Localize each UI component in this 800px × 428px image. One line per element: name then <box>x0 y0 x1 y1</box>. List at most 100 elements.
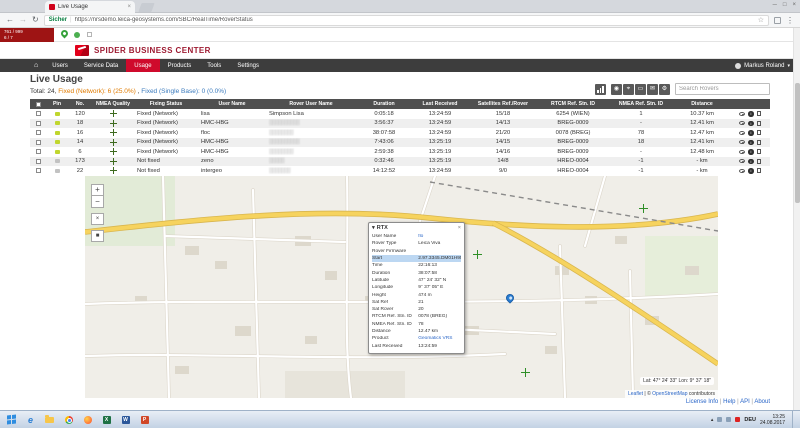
header-last-received[interactable]: Last Received <box>412 99 468 109</box>
window-controls[interactable]: ─ □ × <box>773 2 796 8</box>
rover-marker-fixed-1[interactable] <box>473 250 482 259</box>
chart-columns-icon[interactable] <box>595 84 606 95</box>
browser-tab[interactable]: Live Usage × <box>45 1 135 13</box>
info-icon[interactable]: i <box>748 140 754 146</box>
info-icon[interactable]: i <box>748 111 754 117</box>
info-icon[interactable]: i <box>748 149 754 155</box>
map-canvas[interactable]: + − × ■ ▾ RTX × User Name flo <box>85 176 718 398</box>
table-row[interactable]: 120 Fixed (Network) lisa Simpson Lisa 0:… <box>30 109 770 119</box>
delete-icon[interactable] <box>757 168 761 173</box>
view-icon[interactable] <box>739 140 745 144</box>
delete-icon[interactable] <box>757 149 761 154</box>
header-duration[interactable]: Duration <box>356 99 412 109</box>
delete-icon[interactable] <box>757 159 761 164</box>
nav-item[interactable]: Settings <box>229 59 267 72</box>
language-indicator[interactable]: DEU <box>744 417 756 423</box>
start-button[interactable] <box>2 412 20 427</box>
forward-icon[interactable]: → <box>19 16 27 24</box>
delete-icon[interactable] <box>757 121 761 126</box>
target-view-icon[interactable]: ⌖ <box>623 84 634 95</box>
header-fixing-status[interactable]: Fixing Status <box>134 99 198 109</box>
window-close-icon[interactable]: × <box>792 2 796 8</box>
taskbar-clock[interactable]: 13:25 24.08.2017 <box>760 414 788 426</box>
rover-marker-fixed-3[interactable] <box>521 368 530 377</box>
delete-icon[interactable] <box>757 111 761 116</box>
table-row[interactable]: 18 Fixed (Network) HMC-HBG ▒▒▒▒▒▒▒▒▒▒ 3:… <box>30 119 770 129</box>
screen-view-icon[interactable]: ▭ <box>635 84 646 95</box>
tray-network-icon[interactable] <box>717 417 722 422</box>
taskbar-powerpoint-icon[interactable]: P <box>136 412 153 427</box>
footer-link[interactable]: API <box>736 399 750 405</box>
page-scrollbar[interactable] <box>793 28 800 410</box>
osm-link[interactable]: OpenStreetMap <box>652 391 687 397</box>
info-icon[interactable]: i <box>748 168 754 174</box>
popup-close-icon[interactable]: × <box>458 225 461 231</box>
info-icon[interactable]: i <box>748 121 754 127</box>
settings-gear-icon[interactable]: ⚙ <box>659 84 670 95</box>
view-icon[interactable] <box>739 112 745 116</box>
table-row[interactable]: 173 Not fixed zeno ▒▒▒▒▒ 0:32:46 13:25:1… <box>30 157 770 167</box>
taskbar-excel-icon[interactable]: X <box>98 412 115 427</box>
row-checkbox[interactable] <box>36 121 41 126</box>
delete-icon[interactable] <box>757 140 761 145</box>
tab-close-icon[interactable]: × <box>127 4 131 10</box>
zoom-in-button[interactable]: + <box>91 184 104 196</box>
header-rtcm-ref[interactable]: RTCM Ref. Stn. ID <box>538 99 608 109</box>
taskbar-explorer-icon[interactable] <box>41 412 58 427</box>
row-checkbox[interactable] <box>36 130 41 135</box>
clear-selection-button[interactable]: × <box>91 213 104 225</box>
popup-caret-icon[interactable]: ▾ <box>372 225 375 231</box>
info-icon[interactable]: i <box>748 159 754 165</box>
nav-item[interactable]: Products <box>160 59 200 72</box>
new-tab-button[interactable] <box>138 3 154 12</box>
zoom-out-button[interactable]: − <box>91 196 104 208</box>
view-icon[interactable] <box>739 150 745 154</box>
table-row[interactable]: 22 Not fixed intergeo ▒▒▒▒▒▒▒ 14:12:52 1… <box>30 166 770 176</box>
view-icon[interactable] <box>739 159 745 163</box>
taskbar-word-icon[interactable]: W <box>117 412 134 427</box>
secure-label[interactable]: Sicher <box>49 17 67 23</box>
header-pin[interactable]: Pin <box>46 99 68 109</box>
table-row[interactable]: 6 Fixed (Network) HMC-HBG ▒▒▒▒▒▒▒▒ 2:59:… <box>30 147 770 157</box>
extent-button[interactable]: ■ <box>91 230 104 242</box>
row-checkbox[interactable] <box>36 149 41 154</box>
view-icon[interactable] <box>739 131 745 135</box>
header-user-name[interactable]: User Name <box>198 99 266 109</box>
footer-link[interactable]: About <box>750 399 770 405</box>
marker-view-icon[interactable]: ◉ <box>611 84 622 95</box>
header-nmea-quality[interactable]: NMEA Quality <box>92 99 134 109</box>
view-icon[interactable] <box>739 169 745 173</box>
tray-app-icon[interactable] <box>735 417 740 422</box>
maximize-icon[interactable]: □ <box>783 2 787 8</box>
popup-row-value[interactable]: flo <box>418 234 461 239</box>
search-rovers-input[interactable] <box>675 83 770 95</box>
taskbar-ie-icon[interactable]: e <box>22 412 39 427</box>
leaflet-link[interactable]: Leaflet <box>628 391 643 397</box>
row-checkbox[interactable] <box>36 140 41 145</box>
show-desktop-button[interactable] <box>792 411 796 428</box>
bookmark-star-icon[interactable]: ☆ <box>758 16 764 24</box>
taskbar-chrome-icon[interactable] <box>60 412 77 427</box>
delete-icon[interactable] <box>757 130 761 135</box>
url-text[interactable]: https://nrsdemo.leica-geosystems.com/SBC… <box>75 17 755 23</box>
info-icon[interactable]: i <box>748 130 754 136</box>
table-row[interactable]: 16 Fixed (Network) floc ▒▒▒▒▒▒▒▒ 38:07:5… <box>30 128 770 138</box>
row-checkbox[interactable] <box>36 111 41 116</box>
view-icon[interactable] <box>739 121 745 125</box>
url-field[interactable]: Sicher | https://nrsdemo.leica-geosystem… <box>44 15 769 26</box>
row-checkbox[interactable] <box>36 168 41 173</box>
minimize-icon[interactable]: ─ <box>773 2 777 8</box>
header-rover-user-name[interactable]: Rover User Name <box>266 99 356 109</box>
header-satellites[interactable]: Satellites Ref./Rover <box>468 99 538 109</box>
nav-item[interactable]: Service Data <box>76 59 126 72</box>
tray-expand-icon[interactable]: ▴ <box>711 417 714 423</box>
header-nmea-ref[interactable]: NMEA Ref. Stn. ID <box>608 99 674 109</box>
tray-volume-icon[interactable] <box>726 417 731 422</box>
popup-row-value[interactable]: Geomatics VRS <box>418 336 461 341</box>
nav-item[interactable]: Tools <box>199 59 229 72</box>
mail-icon[interactable]: ✉ <box>647 84 658 95</box>
footer-link[interactable]: Help <box>718 399 735 405</box>
rover-marker-fixed-4[interactable] <box>639 204 648 213</box>
scrollbar-thumb[interactable] <box>795 83 800 203</box>
header-distance[interactable]: Distance <box>674 99 730 109</box>
